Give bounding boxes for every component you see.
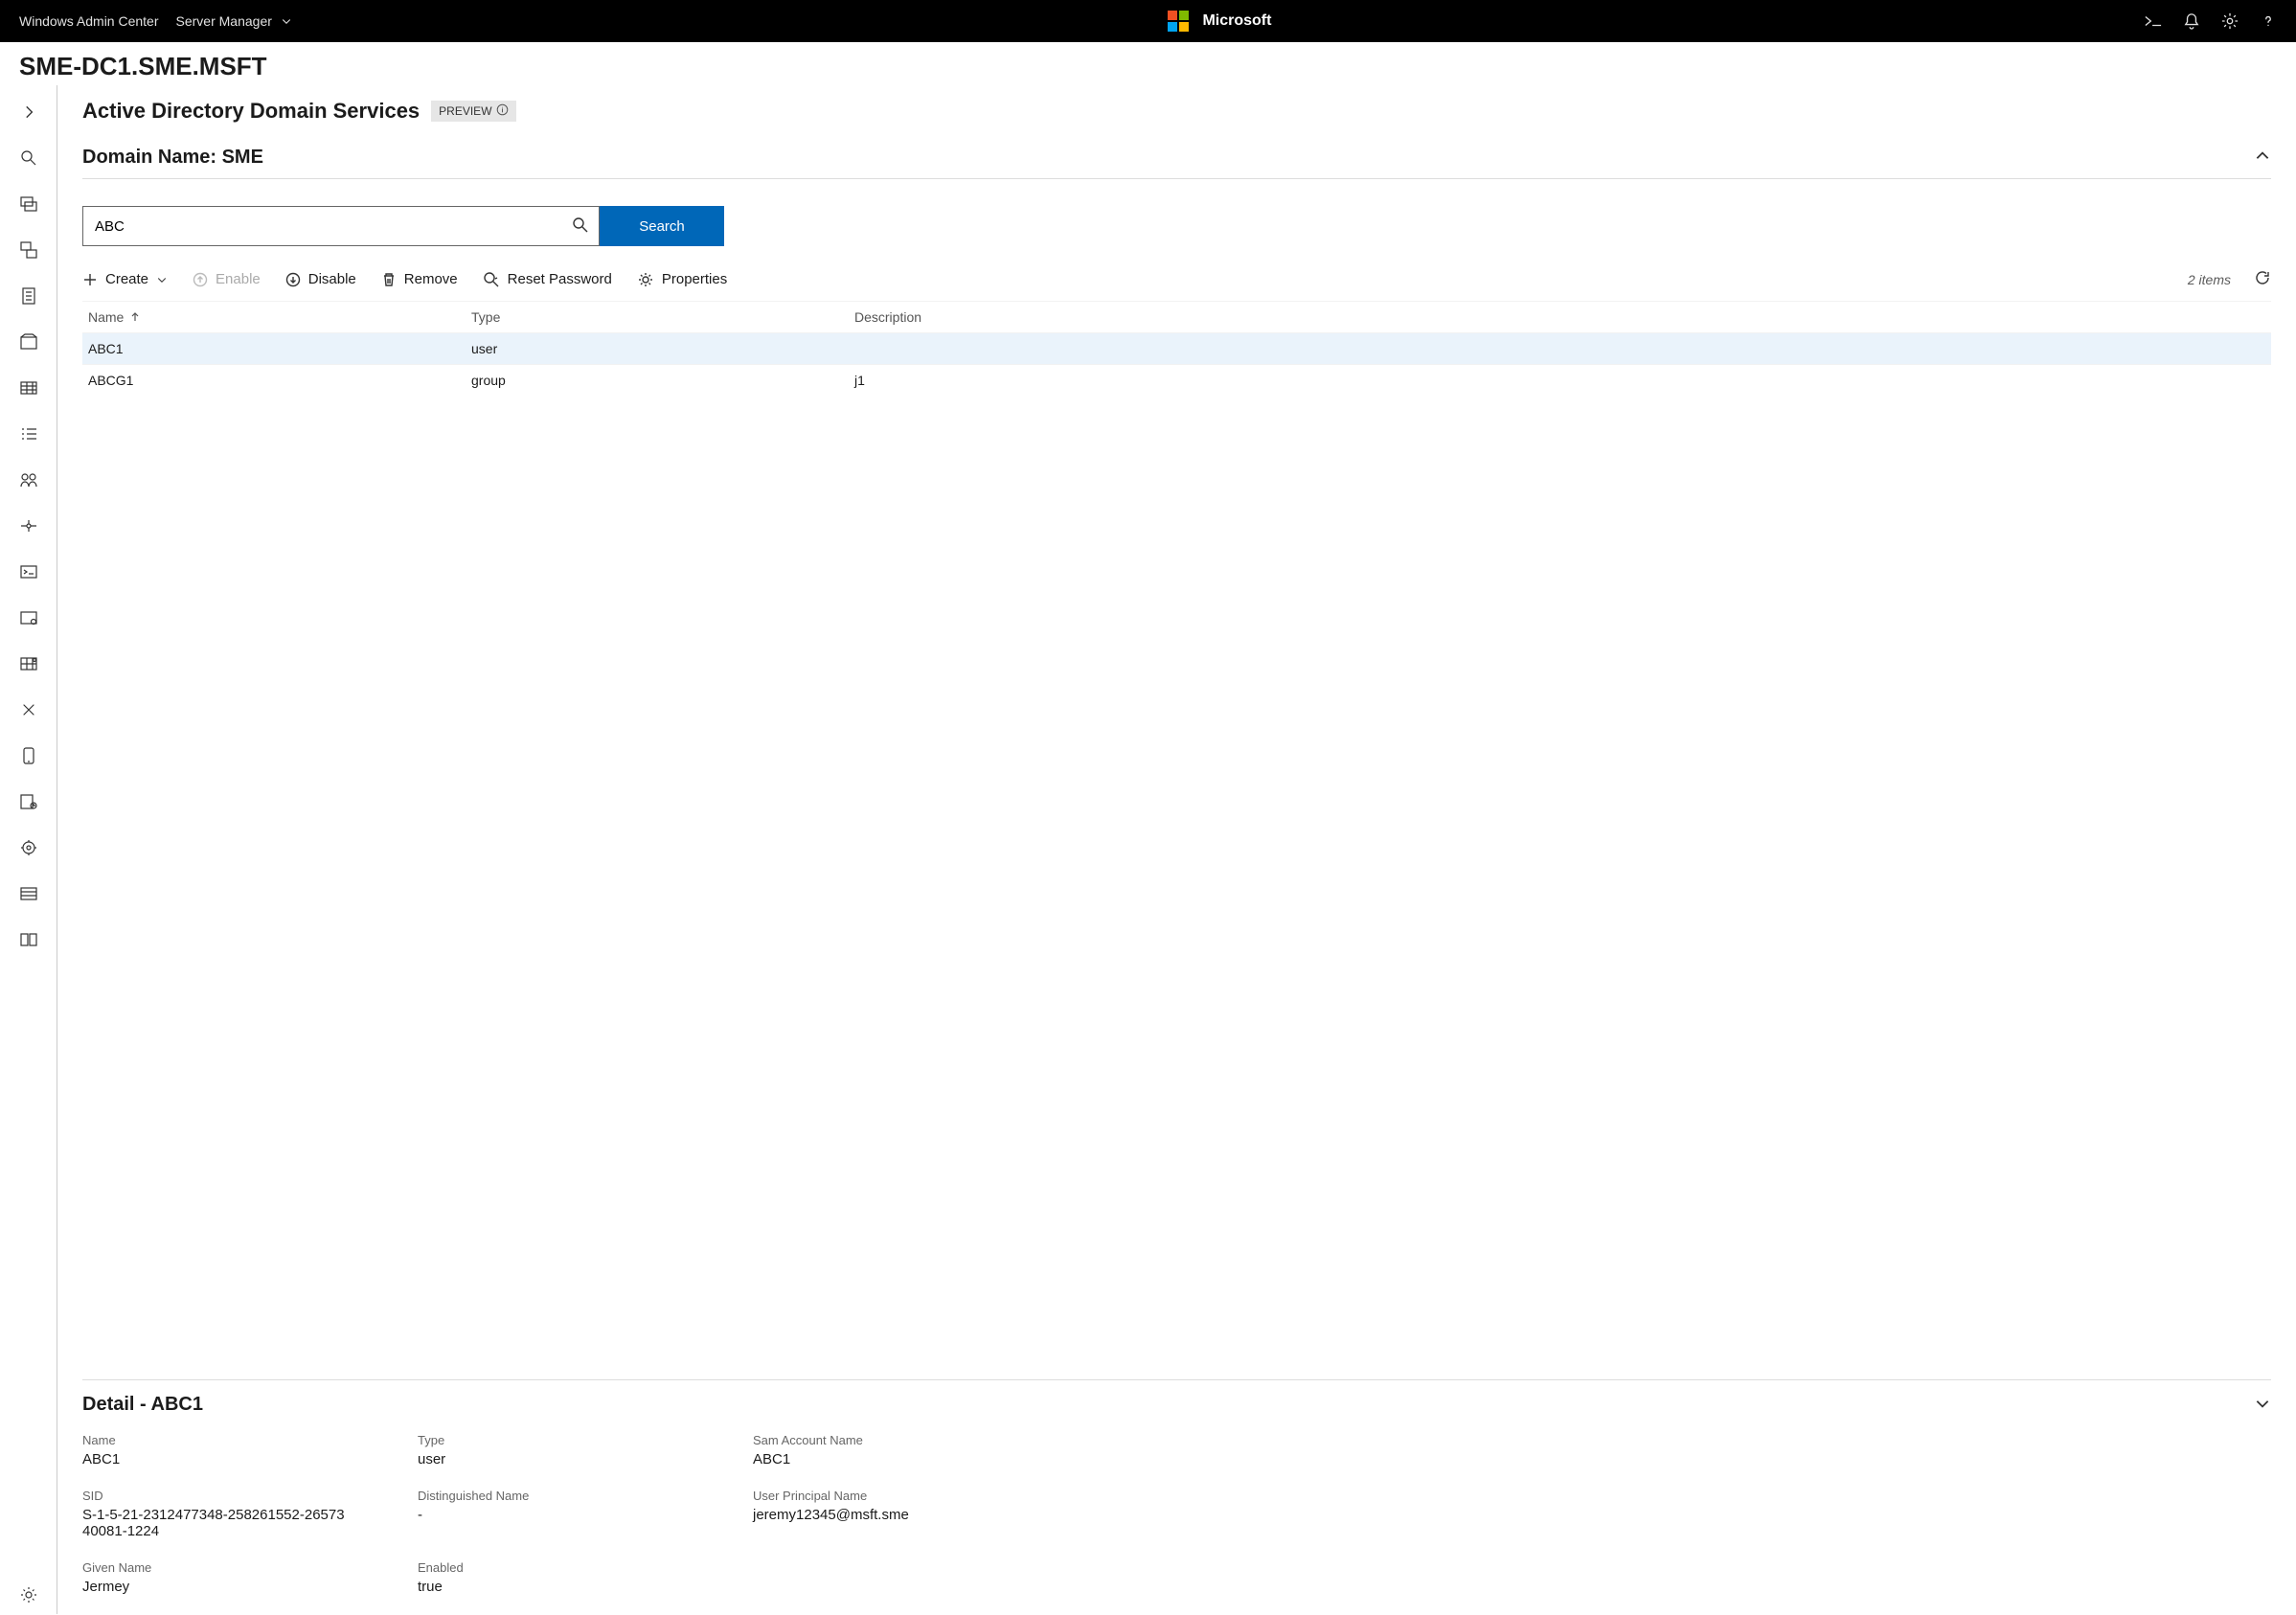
detail-type: Type user	[418, 1433, 734, 1467]
preview-label: PREVIEW	[439, 104, 491, 118]
sidebar	[0, 85, 57, 1614]
notifications-icon[interactable]	[2183, 12, 2200, 30]
sidebar-settings[interactable]	[8, 1576, 50, 1614]
chevron-down-icon	[156, 274, 168, 285]
enable-button: Enable	[193, 271, 261, 287]
context-dropdown[interactable]: Server Manager	[176, 12, 295, 30]
detail-dn: Distinguished Name -	[418, 1489, 734, 1539]
sidebar-item-9[interactable]	[8, 553, 50, 591]
chevron-down-icon	[278, 12, 295, 30]
properties-button[interactable]: Properties	[637, 271, 727, 288]
disable-label: Disable	[308, 271, 356, 287]
sidebar-item-4[interactable]	[8, 323, 50, 361]
top-bar: Windows Admin Center Server Manager Micr…	[0, 0, 2296, 42]
detail-sam: Sam Account Name ABC1	[753, 1433, 2271, 1467]
sidebar-item-10[interactable]	[8, 599, 50, 637]
detail-name: Name ABC1	[82, 1433, 398, 1467]
grid-header: Name Type Description	[82, 302, 2271, 332]
settings-gear-icon[interactable]	[2221, 12, 2239, 30]
sidebar-item-2[interactable]	[8, 231, 50, 269]
sidebar-expand[interactable]	[8, 93, 50, 131]
detail-sid: SID S-1-5-21-2312477348-258261552-265734…	[82, 1489, 398, 1539]
domain-name-heading: Domain Name: SME	[82, 147, 263, 169]
cell-name: ABC1	[88, 341, 471, 356]
remove-button[interactable]: Remove	[381, 271, 458, 287]
remove-label: Remove	[404, 271, 458, 287]
microsoft-logo-icon	[1168, 11, 1189, 32]
search-input[interactable]	[93, 217, 572, 236]
grid-row[interactable]: ABCG1 group j1	[82, 364, 2271, 396]
disable-button[interactable]: Disable	[285, 271, 356, 287]
sidebar-item-13[interactable]	[8, 737, 50, 775]
main-content: Active Directory Domain Services PREVIEW…	[57, 85, 2296, 1614]
sidebar-item-5[interactable]	[8, 369, 50, 407]
search-icon	[572, 216, 589, 237]
search-button[interactable]: Search	[600, 206, 724, 246]
properties-label: Properties	[662, 271, 727, 287]
sidebar-item-3[interactable]	[8, 277, 50, 315]
col-name[interactable]: Name	[88, 309, 471, 325]
sidebar-item-11[interactable]	[8, 645, 50, 683]
item-count: 2 items	[2188, 272, 2231, 287]
context-label: Server Manager	[176, 13, 272, 29]
col-type[interactable]: Type	[471, 309, 854, 325]
sort-asc-icon	[129, 311, 141, 323]
cell-type: user	[471, 341, 854, 356]
reset-password-label: Reset Password	[508, 271, 612, 287]
powershell-icon[interactable]	[2145, 12, 2162, 30]
sidebar-item-12[interactable]	[8, 691, 50, 729]
detail-enabled: Enabled true	[418, 1560, 734, 1595]
sidebar-item-14[interactable]	[8, 783, 50, 821]
create-button[interactable]: Create	[82, 271, 168, 287]
sidebar-item-17[interactable]	[8, 921, 50, 959]
detail-title: Detail - ABC1	[82, 1394, 203, 1416]
cell-type: group	[471, 373, 854, 388]
server-name: SME-DC1.SME.MSFT	[0, 42, 2296, 85]
sidebar-item-6[interactable]	[8, 415, 50, 453]
detail-upn: User Principal Name jeremy12345@msft.sme	[753, 1489, 2271, 1539]
col-description[interactable]: Description	[854, 309, 2265, 325]
detail-given: Given Name Jermey	[82, 1560, 398, 1595]
cell-name: ABCG1	[88, 373, 471, 388]
cell-description: j1	[854, 373, 2265, 388]
expand-detail[interactable]	[2254, 1395, 2271, 1415]
sidebar-item-8[interactable]	[8, 507, 50, 545]
create-label: Create	[105, 271, 148, 287]
toolbar: Create Enable Disable Remove Reset Passw…	[82, 269, 2271, 289]
reset-password-button[interactable]: Reset Password	[483, 271, 612, 288]
sidebar-item-16[interactable]	[8, 875, 50, 913]
page-title: Active Directory Domain Services	[82, 99, 420, 124]
info-icon	[496, 103, 509, 119]
detail-pane: Detail - ABC1 Name ABC1 Type user Sam Ac…	[82, 1379, 2271, 1595]
sidebar-item-7[interactable]	[8, 461, 50, 499]
results-grid: Name Type Description ABC1 user ABCG1 gr…	[82, 301, 2271, 396]
search-box	[82, 206, 600, 246]
sidebar-overview[interactable]	[8, 185, 50, 223]
refresh-button[interactable]	[2254, 269, 2271, 289]
grid-row[interactable]: ABC1 user	[82, 332, 2271, 364]
cell-description	[854, 341, 2265, 356]
sidebar-search[interactable]	[8, 139, 50, 177]
help-icon[interactable]	[2260, 12, 2277, 30]
preview-badge: PREVIEW	[431, 101, 515, 122]
sidebar-item-15[interactable]	[8, 829, 50, 867]
brand-label: Microsoft	[1202, 12, 1271, 30]
product-name[interactable]: Windows Admin Center	[19, 13, 159, 29]
collapse-domain[interactable]	[2254, 148, 2271, 168]
enable-label: Enable	[216, 271, 261, 287]
